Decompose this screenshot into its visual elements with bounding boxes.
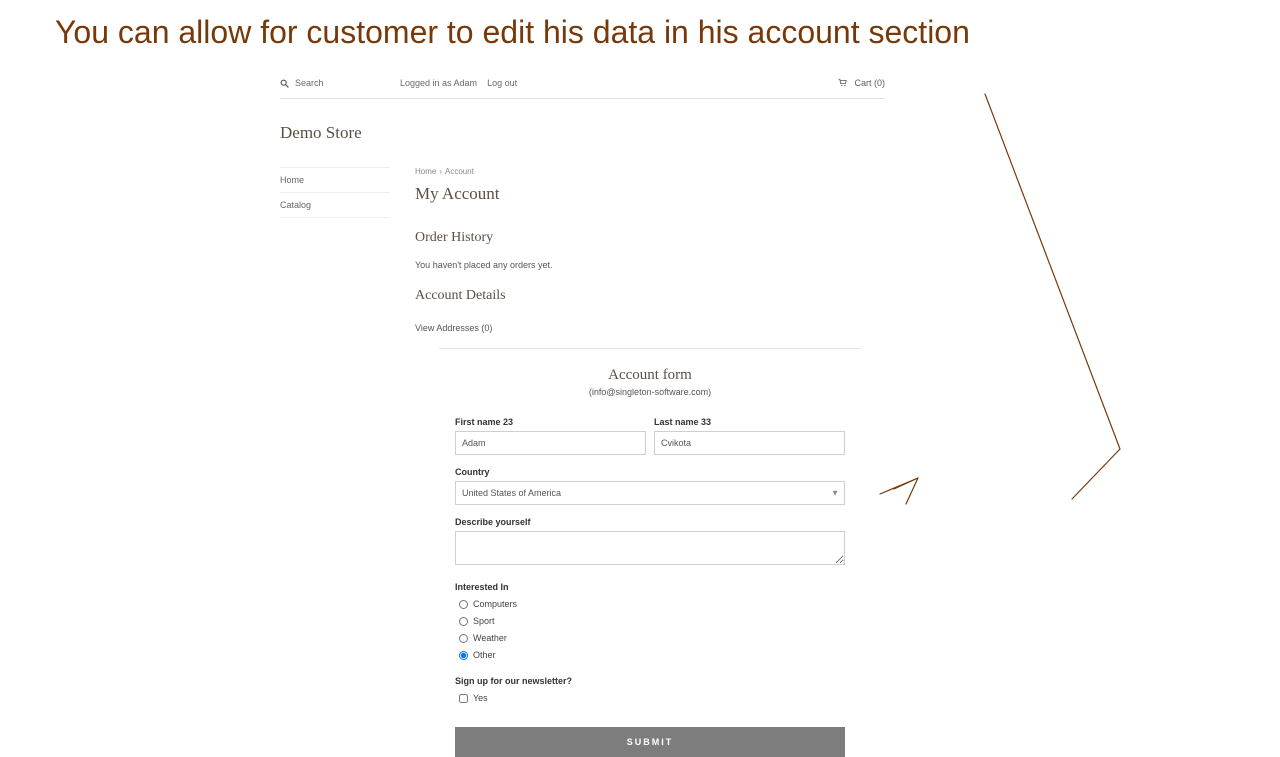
interest-radio[interactable] bbox=[459, 600, 468, 609]
view-addresses-link[interactable]: View Addresses (0) bbox=[415, 323, 492, 333]
newsletter-label: Sign up for our newsletter? bbox=[455, 676, 845, 686]
order-history-heading: Order History bbox=[415, 230, 885, 246]
interest-option-computers[interactable]: Computers bbox=[459, 596, 845, 613]
describe-label: Describe yourself bbox=[455, 517, 845, 527]
crumb-account: Account bbox=[445, 167, 474, 176]
annotation-arrow bbox=[870, 84, 1130, 514]
first-name-label: First name 23 bbox=[455, 417, 646, 427]
sidebar-item-home[interactable]: Home bbox=[280, 167, 390, 193]
cart-label: Cart (0) bbox=[854, 78, 885, 88]
main-content: Home›Account My Account Order History Yo… bbox=[400, 167, 885, 757]
search-area[interactable]: Search bbox=[280, 78, 400, 88]
country-select[interactable]: United States of America bbox=[455, 481, 845, 505]
interested-label: Interested In bbox=[455, 582, 845, 592]
storefront-window: Search Logged in as Adam Log out Cart (0… bbox=[280, 68, 885, 757]
sidebar: Home Catalog bbox=[280, 167, 390, 757]
interest-radio[interactable] bbox=[459, 617, 468, 626]
interest-option-other[interactable]: Other bbox=[459, 647, 845, 664]
logged-in-link[interactable]: Logged in as Adam bbox=[400, 78, 477, 88]
account-details-heading: Account Details bbox=[415, 288, 885, 304]
country-label: Country bbox=[455, 467, 845, 477]
store-brand[interactable]: Demo Store bbox=[280, 123, 885, 143]
order-history-empty: You haven't placed any orders yet. bbox=[415, 260, 885, 270]
search-placeholder: Search bbox=[295, 78, 324, 88]
account-form: Account form (info@singleton-software.co… bbox=[415, 367, 885, 757]
search-icon bbox=[280, 79, 289, 88]
last-name-label: Last name 33 bbox=[654, 417, 845, 427]
first-name-input[interactable] bbox=[455, 431, 646, 455]
page-title: My Account bbox=[415, 184, 885, 204]
form-title: Account form bbox=[455, 367, 845, 384]
newsletter-checkbox[interactable] bbox=[459, 694, 468, 703]
form-subtitle: (info@singleton-software.com) bbox=[455, 387, 845, 397]
interested-radio-group: Computers Sport Weather Other bbox=[455, 596, 845, 664]
top-bar: Search Logged in as Adam Log out Cart (0… bbox=[280, 68, 885, 99]
annotation-banner: You can allow for customer to edit his d… bbox=[0, 0, 1280, 59]
crumb-home[interactable]: Home bbox=[415, 167, 436, 176]
chevron-right-icon: › bbox=[439, 167, 442, 176]
newsletter-option-yes[interactable]: Yes bbox=[459, 690, 845, 707]
cart-link[interactable]: Cart (0) bbox=[838, 78, 885, 88]
interest-radio[interactable] bbox=[459, 634, 468, 643]
logout-link[interactable]: Log out bbox=[487, 78, 517, 88]
submit-button[interactable]: SUBMIT bbox=[455, 727, 845, 757]
last-name-input[interactable] bbox=[654, 431, 845, 455]
describe-textarea[interactable] bbox=[455, 531, 845, 565]
interest-radio[interactable] bbox=[459, 651, 468, 660]
interest-option-weather[interactable]: Weather bbox=[459, 630, 845, 647]
sidebar-item-catalog[interactable]: Catalog bbox=[280, 193, 390, 218]
breadcrumb: Home›Account bbox=[415, 167, 885, 176]
interest-option-sport[interactable]: Sport bbox=[459, 613, 845, 630]
divider bbox=[439, 348, 861, 349]
cart-icon bbox=[838, 78, 848, 88]
